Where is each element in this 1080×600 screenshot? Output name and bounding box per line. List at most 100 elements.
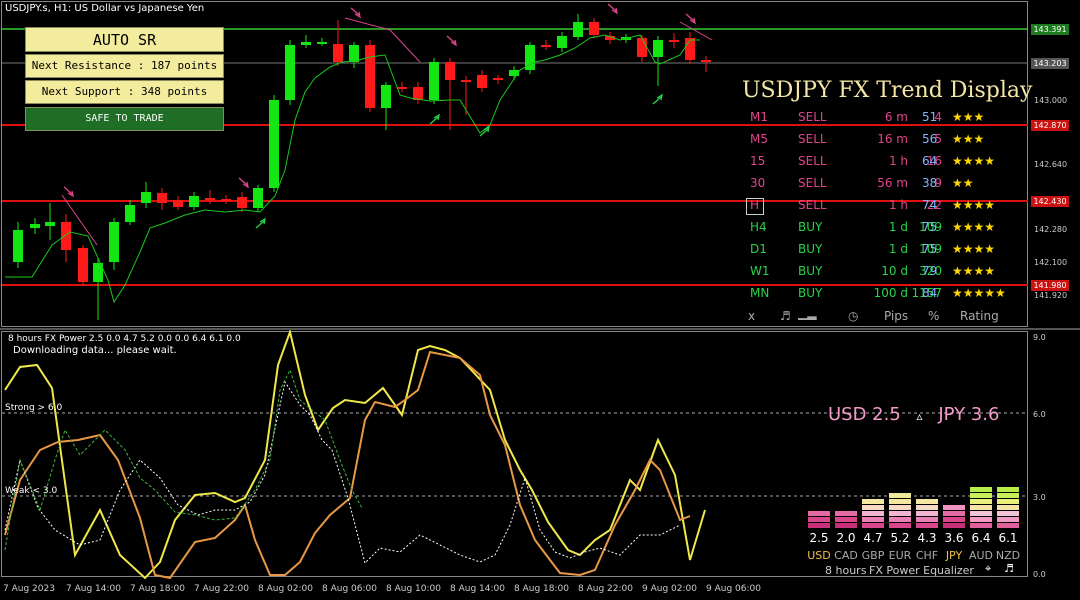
- trend-rating-stars: ★★★★: [952, 154, 996, 168]
- trend-timeframe: 30: [750, 176, 766, 190]
- indicator-scale-label: 0.0: [1033, 570, 1046, 579]
- percent-header: %: [928, 309, 940, 323]
- equalizer-segment: [997, 505, 1019, 510]
- trend-row: 15 SELL 1 h 16 64 ★★★★: [742, 154, 1032, 174]
- equalizer-segment: [889, 493, 911, 498]
- bear-candle: [493, 78, 503, 80]
- equalizer-column: [835, 330, 861, 528]
- download-status: Downloading data... please wait.: [13, 345, 177, 356]
- trend-percent: 79: [922, 264, 938, 278]
- equalizer-segment: [862, 511, 884, 516]
- trend-percent: 51: [922, 110, 938, 124]
- buy-arrow-icon: [429, 113, 440, 125]
- time-tick-label: 8 Aug 14:00: [450, 584, 505, 594]
- bear-candle: [445, 62, 455, 80]
- equalizer-segment: [943, 523, 965, 528]
- equalizer-currency[interactable]: EUR: [887, 549, 913, 562]
- equalizer-segment: [997, 487, 1019, 492]
- sound-icon[interactable]: ♬: [780, 309, 791, 323]
- clock-icon: ◷: [848, 309, 859, 323]
- sell-arrow-icon: [63, 186, 74, 198]
- equalizer-value: 5.2: [890, 531, 910, 545]
- close-icon[interactable]: x: [748, 309, 755, 323]
- buy-arrow-icon: [652, 93, 663, 105]
- strong-level-label: Strong > 6.0: [5, 403, 63, 413]
- equalizer-segment: [916, 499, 938, 504]
- equalizer-segment: [970, 517, 992, 522]
- time-tick-label: 9 Aug 06:00: [706, 584, 761, 594]
- equalizer-currency[interactable]: NZD: [995, 549, 1021, 562]
- equalizer-segment: [916, 517, 938, 522]
- equalizer-column: [997, 330, 1023, 528]
- time-tick-label: 8 Aug 10:00: [386, 584, 441, 594]
- trend-rating-stars: ★★★: [952, 110, 985, 124]
- equalizer-segment: [916, 523, 938, 528]
- equalizer-segment: [970, 487, 992, 492]
- auto-sr-title[interactable]: AUTO SR: [25, 27, 224, 52]
- fx-power-panel[interactable]: 8 hours FX Power 2.5 0.0 4.7 5.2 0.0 0.0…: [0, 330, 1080, 600]
- trend-row: M1 SELL 6 m 4 51 ★★★: [742, 110, 1032, 130]
- bull-candle: [45, 222, 55, 226]
- time-tick-label: 8 Aug 06:00: [322, 584, 377, 594]
- bull-candle: [285, 45, 295, 100]
- trend-timeframe: M1: [750, 110, 768, 124]
- equalizer-segment: [943, 505, 965, 510]
- bear-candle: [477, 75, 487, 88]
- bull-candle: [13, 230, 23, 262]
- bull-candle: [30, 224, 40, 228]
- bear-candle: [701, 60, 711, 62]
- price-tick-label: 143.000: [1034, 96, 1068, 105]
- equalizer-currency[interactable]: GBP: [860, 549, 886, 562]
- sound-icon[interactable]: ♬: [1004, 562, 1014, 575]
- indicator-scale-label: 6.0: [1033, 410, 1046, 419]
- equalizer-currency[interactable]: USD: [806, 549, 832, 562]
- trend-rating-stars: ★★★★: [952, 198, 996, 212]
- buy-arrow-icon: [255, 217, 266, 229]
- bull-candle: [349, 45, 359, 62]
- quote-currency-strength: JPY 3.6: [938, 404, 1000, 425]
- equalizer-column: [889, 330, 915, 528]
- bull-candle: [269, 100, 279, 188]
- trend-row: W1 BUY 10 d 320 79 ★★★★: [742, 264, 1032, 284]
- sell-arrow-icon: [238, 177, 249, 189]
- bull-candle: [301, 42, 311, 45]
- symbol-title: USDJPY.s, H1: US Dollar vs Japanese Yen: [5, 3, 205, 14]
- bear-candle: [461, 80, 471, 82]
- bear-candle: [333, 44, 343, 62]
- bear-candle: [541, 45, 551, 47]
- trend-percent: 64: [922, 154, 938, 168]
- aux-power-line: [4, 380, 681, 564]
- bear-candle: [365, 45, 375, 108]
- bear-candle: [589, 22, 599, 35]
- equalizer-segment: [889, 511, 911, 516]
- equalizer-currency[interactable]: JPY: [941, 549, 967, 562]
- trend-timeframe: W1: [750, 264, 770, 278]
- equalizer-segment: [997, 499, 1019, 504]
- eq-period[interactable]: 8 hours: [825, 564, 866, 577]
- equalizer-segment: [943, 511, 965, 516]
- equalizer-currency[interactable]: CHF: [914, 549, 940, 562]
- equalizer-column: [970, 330, 996, 528]
- equalizer-currency[interactable]: CAD: [833, 549, 859, 562]
- equalizer-currency[interactable]: AUD: [968, 549, 994, 562]
- chart-icon[interactable]: ▁▂: [798, 306, 816, 320]
- current-timeframe-box: [746, 198, 764, 215]
- base-currency-strength: USD 2.5: [828, 404, 901, 425]
- trend-line-c: [679, 21, 713, 41]
- equalizer-segment: [862, 517, 884, 522]
- trend-signal: BUY: [798, 264, 823, 278]
- equalizer-segment: [835, 517, 857, 522]
- price-chart-panel[interactable]: USDJPY.s, H1: US Dollar vs Japanese Yen …: [0, 0, 1080, 330]
- trend-rating-stars: ★★★★: [952, 242, 996, 256]
- equalizer-segment: [997, 493, 1019, 498]
- trend-signal: SELL: [798, 176, 827, 190]
- time-tick-label: 7 Aug 18:00: [130, 584, 185, 594]
- equalizer-segment: [997, 517, 1019, 522]
- crosshair-icon[interactable]: ⌖: [985, 562, 991, 576]
- trend-percent: 56: [922, 132, 938, 146]
- equalizer-segment: [835, 511, 857, 516]
- equalizer-segment: [970, 523, 992, 528]
- bull-candle: [429, 62, 439, 100]
- next-resistance-label: Next Resistance : 187 points: [25, 54, 224, 78]
- price-level-box: 142.430: [1031, 196, 1069, 207]
